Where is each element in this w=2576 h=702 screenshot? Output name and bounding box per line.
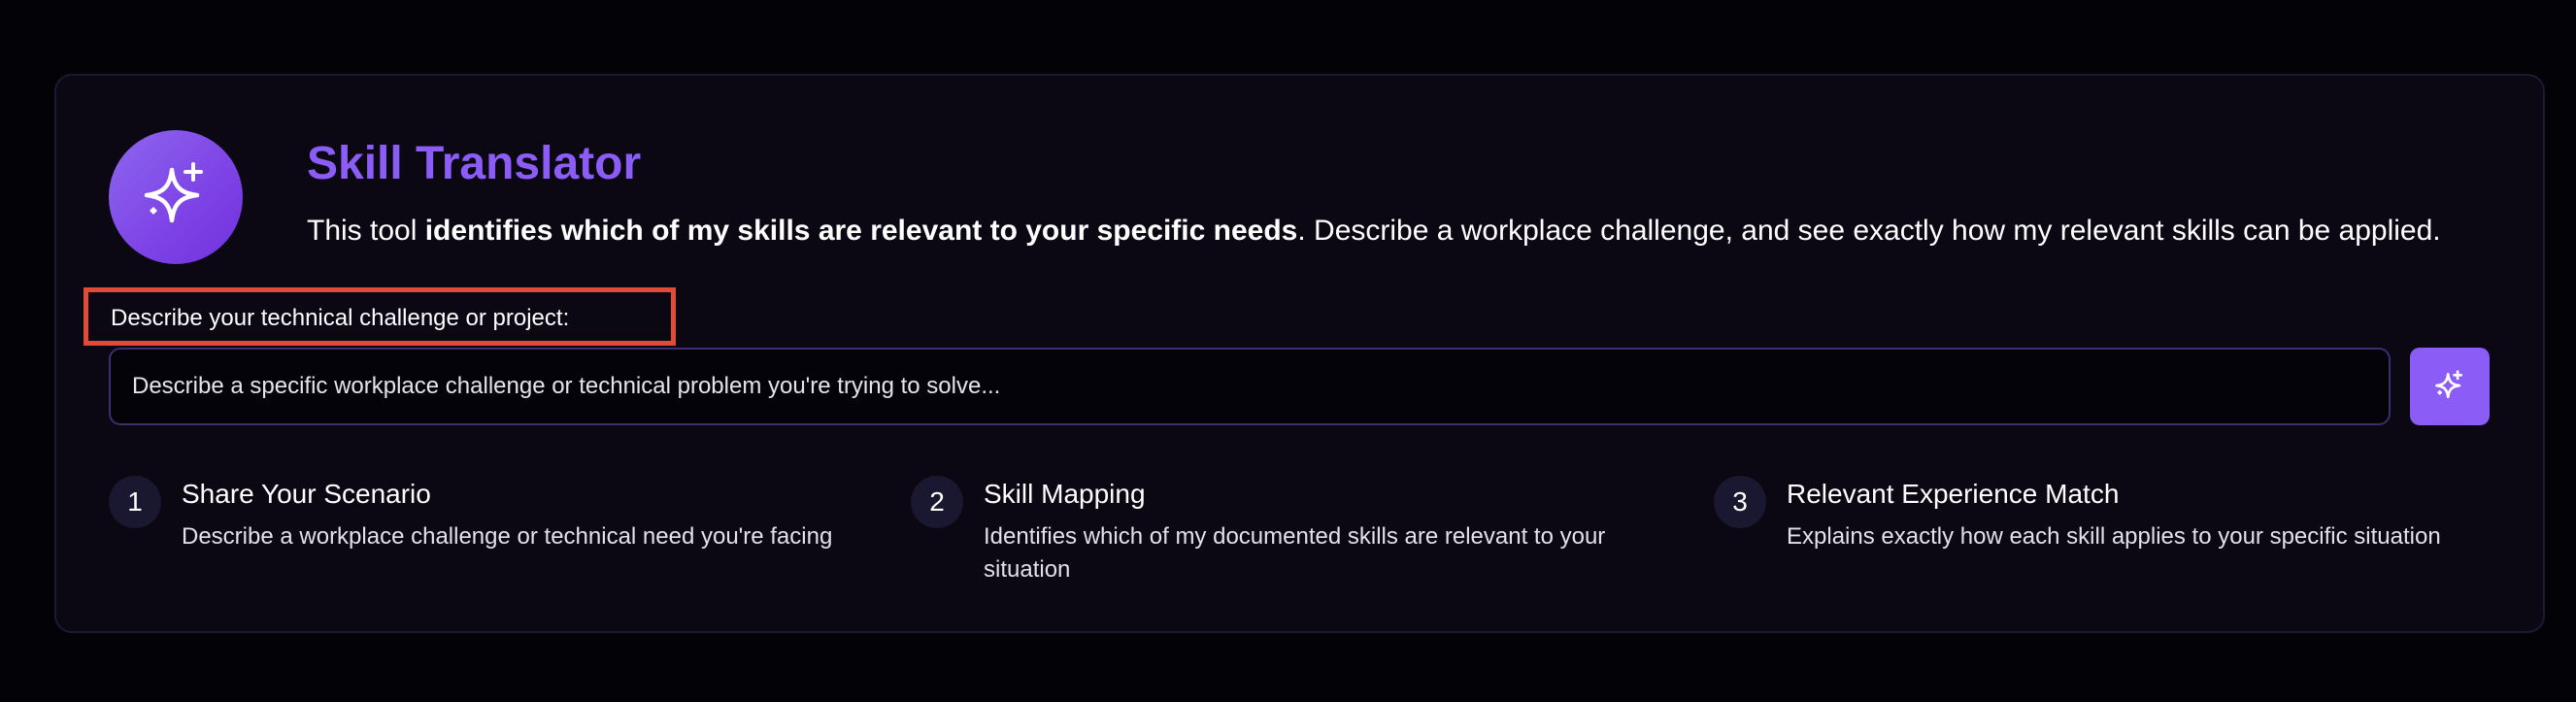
- skill-translator-logo: [109, 130, 243, 264]
- challenge-field-label: Describe your technical challenge or pro…: [111, 305, 570, 331]
- step-number-badge: 1: [109, 476, 161, 528]
- sparkles-icon: [144, 162, 203, 223]
- step-title: Share Your Scenario: [182, 479, 431, 509]
- sparkles-icon: [2435, 370, 2463, 399]
- step-title: Relevant Experience Match: [1787, 479, 2120, 509]
- step-description: Explains exactly how each skill applies …: [1787, 523, 2441, 550]
- description-emphasis: identifies which of my skills are releva…: [424, 215, 1298, 247]
- page-title: Skill Translator: [307, 138, 642, 189]
- description-text-start: This tool: [307, 215, 425, 247]
- step-number-badge: 2: [911, 476, 963, 528]
- challenge-input[interactable]: [109, 348, 2391, 425]
- description-text-end: . Describe a workplace challenge, and se…: [1297, 215, 2441, 247]
- step-title: Skill Mapping: [984, 479, 1146, 509]
- tool-description: This tool identifies which of my skills …: [307, 212, 2441, 250]
- translate-submit-button[interactable]: [2410, 348, 2490, 425]
- skill-translator-card: Skill Translator This tool identifies wh…: [54, 74, 2545, 633]
- step-description: Describe a workplace challenge or techni…: [182, 523, 833, 550]
- step-number-badge: 3: [1714, 476, 1766, 528]
- step-description: Identifies which of my documented skills…: [984, 523, 1606, 583]
